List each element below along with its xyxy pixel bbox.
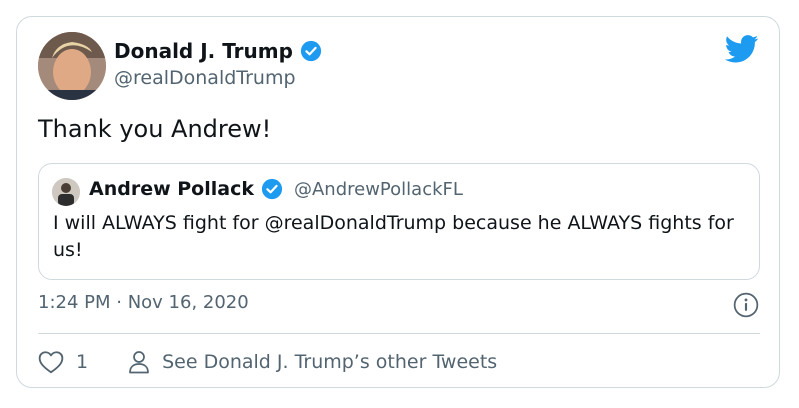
author-handle[interactable]: @realDonaldTrump <box>114 67 296 89</box>
info-icon[interactable] <box>733 292 759 318</box>
quoted-avatar-image <box>52 178 80 206</box>
avatar-image <box>38 32 106 100</box>
verified-badge-icon <box>300 40 322 62</box>
author-avatar[interactable] <box>38 32 106 100</box>
heart-icon <box>38 351 64 374</box>
author-display-name[interactable]: Donald J. Trump <box>114 39 293 63</box>
twitter-bird-icon[interactable] <box>725 35 759 63</box>
quoted-tweet[interactable]: Andrew Pollack @AndrewPollackFL I will A… <box>38 163 760 280</box>
see-other-tweets-link[interactable]: See Donald J. Trump’s other Tweets <box>128 350 497 374</box>
see-other-tweets-label: See Donald J. Trump’s other Tweets <box>162 351 498 373</box>
quoted-tweet-text: I will ALWAYS fight for @realDonaldTrump… <box>53 212 734 261</box>
quoted-author-avatar[interactable] <box>52 178 80 206</box>
tweet-embed-card[interactable]: Donald J. Trump @realDonaldTrump Thank y… <box>16 16 780 388</box>
footer-divider <box>38 333 760 334</box>
verified-badge-icon <box>261 178 283 200</box>
like-button[interactable]: 1 <box>38 350 88 374</box>
person-icon <box>129 351 149 374</box>
like-count: 1 <box>76 351 89 373</box>
quoted-author-handle[interactable]: @AndrewPollackFL <box>294 179 463 200</box>
tweet-timestamp[interactable]: 1:24 PM · Nov 16, 2020 <box>38 292 249 313</box>
tweet-text: Thank you Andrew! <box>38 115 272 143</box>
quoted-author-display-name[interactable]: Andrew Pollack <box>89 178 254 200</box>
